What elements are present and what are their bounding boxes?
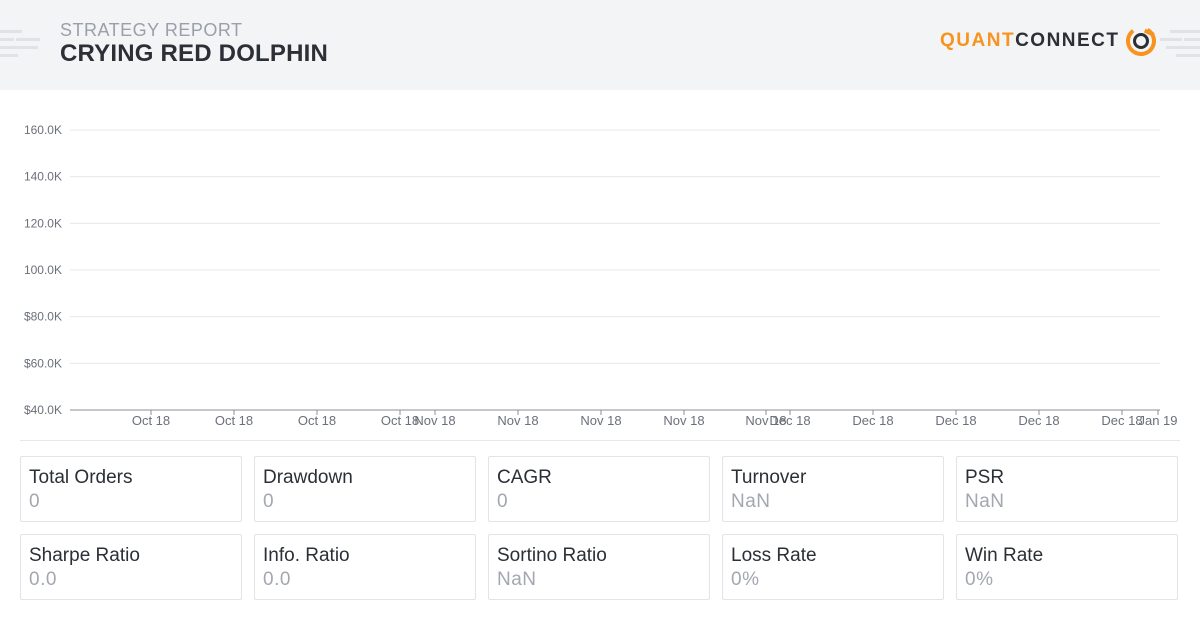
x-tick-label: Nov 18 (497, 413, 538, 428)
logo-text-connect: CONNECT (1015, 30, 1120, 51)
x-tick-label: Dec 18 (1018, 413, 1059, 428)
x-tick-label: Nov 18 (580, 413, 621, 428)
metric-card-info-ratio: Info. Ratio 0.0 (254, 534, 476, 600)
metric-value: 0.0 (263, 569, 291, 590)
equity-chart: 160.0K 140.0K 120.0K 100.0K $80.0K $60.0K $40.… (0, 110, 1200, 430)
x-tick-label: Dec 18 (852, 413, 893, 428)
x-tick-label: Oct 18 (298, 413, 336, 428)
x-tick-label: Oct 18 (132, 413, 170, 428)
logo-text-quant: QUANT (940, 30, 1016, 51)
x-tick-label: Oct 18 (215, 413, 253, 428)
equity-chart-svg: 160.0K 140.0K 120.0K 100.0K $80.0K $60.0K $40.… (24, 123, 1178, 428)
metric-card-psr: PSR NaN (956, 456, 1178, 522)
metric-value: 0 (263, 491, 275, 512)
metric-card-cagr: CAGR 0 (488, 456, 710, 522)
x-tick-label: Nov 18 (663, 413, 704, 428)
x-tick-label: Dec 18 (1101, 413, 1142, 428)
metric-card-sharpe-ratio: Sharpe Ratio 0.0 (20, 534, 242, 600)
metric-label: Info. Ratio (263, 545, 350, 566)
metric-value: NaN (965, 491, 1005, 512)
x-tick-label: Nov 18 (414, 413, 455, 428)
metric-label: PSR (965, 467, 1005, 488)
metric-label: Drawdown (263, 467, 353, 488)
quantconnect-logo-icon (1125, 26, 1156, 56)
metric-label: CAGR (497, 467, 552, 488)
metric-value: 0.0 (29, 569, 57, 590)
metric-label: Loss Rate (731, 545, 817, 566)
y-tick-label: 100.0K (24, 263, 62, 277)
x-tick-label: Dec 18 (935, 413, 976, 428)
y-tick-label: $60.0K (24, 356, 62, 370)
y-tick-label: 140.0K (24, 170, 62, 184)
chart-divider (20, 440, 1180, 441)
x-tick-label: Dec 18 (769, 413, 810, 428)
report-subtitle: STRATEGY REPORT (60, 20, 243, 40)
metric-card-turnover: Turnover NaN (722, 456, 944, 522)
metric-label: Sharpe Ratio (29, 545, 140, 566)
metric-value: 0 (497, 491, 509, 512)
y-tick-label: $40.0K (24, 403, 62, 417)
y-tick-label: 120.0K (24, 216, 62, 230)
metric-value: 0% (965, 569, 994, 590)
strategy-title: CRYING RED DOLPHIN (60, 40, 329, 67)
y-tick-label: 160.0K (24, 123, 62, 137)
x-tick-label: Oct 18 (381, 413, 419, 428)
metric-card-loss-rate: Loss Rate 0% (722, 534, 944, 600)
report-header: STRATEGY REPORT CRYING RED DOLPHIN QUANT… (0, 0, 1200, 90)
decorative-lines-left (0, 30, 40, 57)
metric-card-drawdown: Drawdown 0 (254, 456, 476, 522)
x-tick-label: Jan 19 (1138, 413, 1177, 428)
metric-card-total-orders: Total Orders 0 (20, 456, 242, 522)
quantconnect-logo: QUANT CONNECT (940, 24, 1158, 58)
metric-card-win-rate: Win Rate 0% (956, 534, 1178, 600)
metric-value: 0% (731, 569, 760, 590)
metric-label: Total Orders (29, 467, 133, 488)
metric-value: 0 (29, 491, 41, 512)
metric-label: Win Rate (965, 545, 1044, 566)
decorative-lines-right (1160, 30, 1200, 57)
y-tick-label: $80.0K (24, 310, 62, 324)
metric-value: NaN (731, 491, 771, 512)
metric-label: Sortino Ratio (497, 545, 607, 566)
metric-label: Turnover (731, 467, 807, 488)
metric-card-sortino-ratio: Sortino Ratio NaN (488, 534, 710, 600)
metric-value: NaN (497, 569, 537, 590)
